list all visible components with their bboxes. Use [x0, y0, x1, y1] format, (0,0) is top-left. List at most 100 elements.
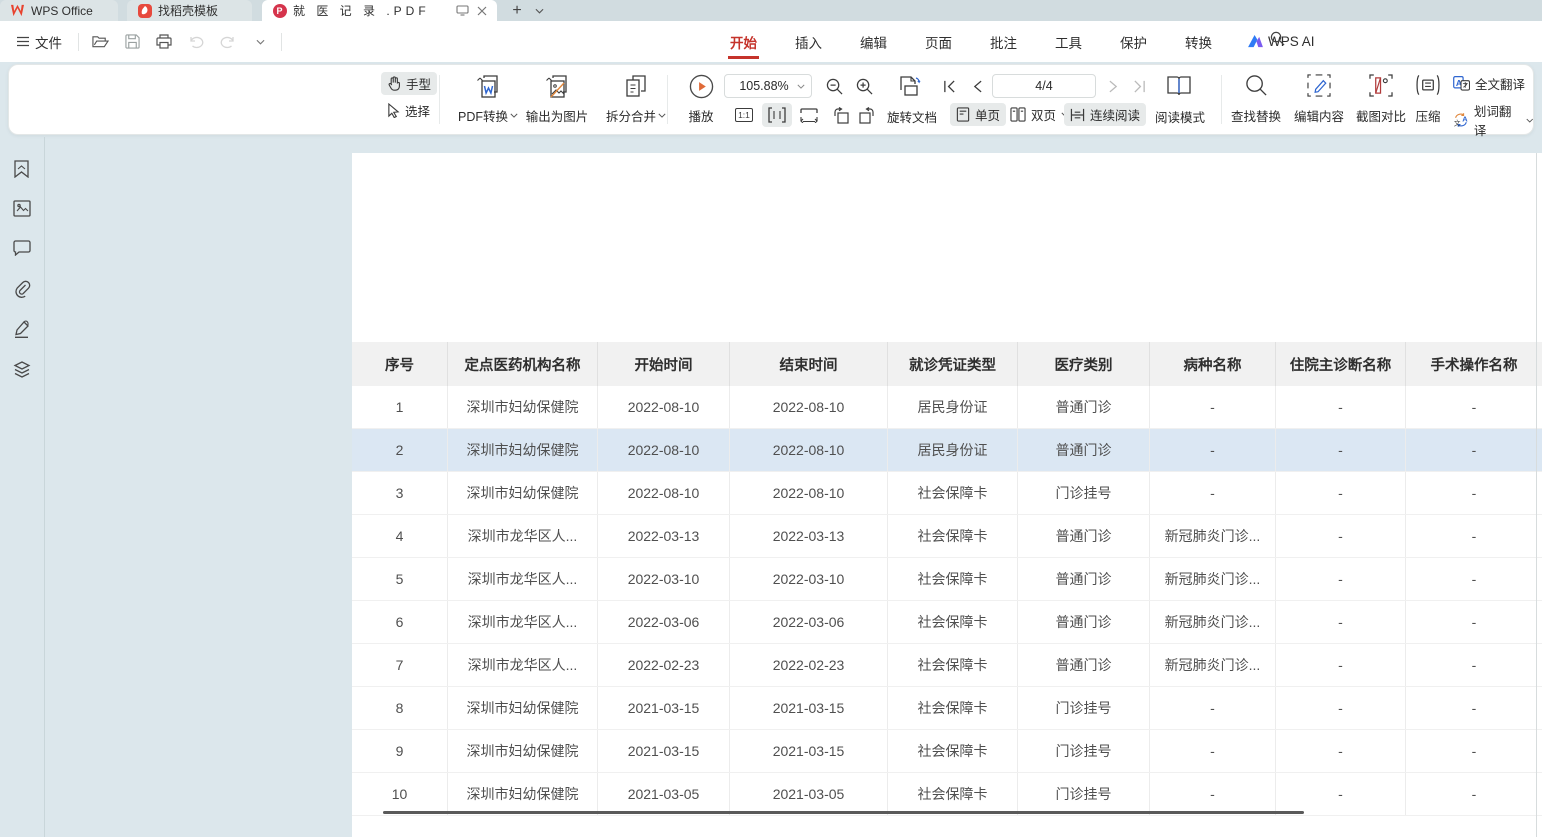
rotate-right-button[interactable]: [855, 104, 881, 126]
table-cell: -: [1276, 386, 1406, 428]
edit-content-button[interactable]: 编辑内容: [1288, 71, 1350, 129]
table-cell: 社会保障卡: [888, 472, 1018, 514]
table-cell: 7: [352, 644, 448, 686]
table-row[interactable]: 2深圳市妇幼保健院2022-08-102022-08-10居民身份证普通门诊--…: [352, 429, 1542, 472]
table-row[interactable]: 5深圳市龙华区人...2022-03-102022-03-10社会保障卡普通门诊…: [352, 558, 1542, 601]
compress-button[interactable]: 压缩: [1405, 71, 1451, 129]
tab-docer-templates[interactable]: 找稻壳模板: [127, 0, 252, 21]
zoom-level-combobox[interactable]: 105.88%: [724, 74, 812, 98]
fit-rotate-pages-button[interactable]: [893, 73, 925, 99]
one-to-one-label: 1:1: [735, 108, 753, 122]
zoom-in-button[interactable]: [851, 75, 877, 97]
column-header: 开始时间: [598, 342, 730, 386]
undo-icon[interactable]: [185, 30, 207, 54]
table-row[interactable]: 7深圳市龙华区人...2022-02-232022-02-23社会保障卡普通门诊…: [352, 644, 1542, 687]
play-icon: [689, 74, 714, 99]
screenshot-compare-button[interactable]: 截图对比: [1350, 71, 1412, 129]
thumbnail-panel-icon[interactable]: [13, 200, 32, 219]
fulltext-translate-button[interactable]: A 全文翻译: [1453, 74, 1533, 93]
read-mode-book-icon[interactable]: [1161, 72, 1197, 99]
first-page-button[interactable]: [938, 75, 960, 97]
table-row[interactable]: 3深圳市妇幼保健院2022-08-102022-08-10社会保障卡门诊挂号--…: [352, 472, 1542, 515]
table-row[interactable]: 9深圳市妇幼保健院2021-03-152021-03-15社会保障卡门诊挂号--…: [352, 730, 1542, 773]
find-replace-button[interactable]: 查找替换: [1225, 71, 1287, 129]
chevron-down-icon: [658, 113, 666, 118]
column-header: 手术操作名称: [1406, 342, 1542, 386]
table-cell: 10: [352, 773, 448, 815]
find-replace-label: 查找替换: [1231, 106, 1281, 125]
pdf-convert-icon: [476, 74, 500, 100]
rotate-left-button[interactable]: [827, 104, 853, 126]
fit-width-button[interactable]: [762, 103, 792, 127]
menu-search-icon[interactable]: [1270, 31, 1285, 46]
menu-tools[interactable]: 工具: [1053, 23, 1084, 61]
table-cell: 门诊挂号: [1018, 773, 1150, 815]
tab-list-chevron-icon[interactable]: [530, 0, 548, 21]
menu-convert[interactable]: 转换: [1183, 23, 1214, 61]
table-row[interactable]: 1深圳市妇幼保健院2022-08-102022-08-10居民身份证普通门诊--…: [352, 386, 1542, 429]
rotate-doc-label[interactable]: 旋转文档: [887, 107, 937, 126]
table-cell: 2022-02-23: [730, 644, 888, 686]
play-label: 播放: [688, 106, 713, 125]
single-page-label: 单页: [975, 105, 1000, 124]
tab-close-icon[interactable]: [477, 6, 487, 16]
hand-tool-button[interactable]: 手型: [381, 72, 437, 95]
table-cell: 深圳市龙华区人...: [448, 515, 598, 557]
attachment-panel-icon[interactable]: [13, 280, 32, 299]
column-header: 住院主诊断名称: [1276, 342, 1406, 386]
page-number-input[interactable]: 4/4: [992, 74, 1096, 98]
menu-insert[interactable]: 插入: [793, 23, 824, 61]
open-file-icon[interactable]: [89, 30, 111, 54]
table-row[interactable]: 10深圳市妇幼保健院2021-03-052021-03-05社会保障卡门诊挂号-…: [352, 773, 1542, 816]
table-row[interactable]: 4深圳市龙华区人...2022-03-132022-03-13社会保障卡普通门诊…: [352, 515, 1542, 558]
save-icon[interactable]: [121, 30, 143, 54]
table-cell: -: [1150, 472, 1276, 514]
menu-bar: 文件 开始 插入 编辑: [0, 21, 1542, 62]
table-row[interactable]: 8深圳市妇幼保健院2021-03-152021-03-15社会保障卡门诊挂号--…: [352, 687, 1542, 730]
word-translate-button[interactable]: A 文 划词翻译: [1453, 101, 1533, 139]
read-mode-label[interactable]: 阅读模式: [1155, 107, 1205, 126]
continuous-read-button[interactable]: 连续阅读: [1064, 103, 1146, 126]
select-tool-button[interactable]: 选择: [381, 99, 437, 122]
menu-comment[interactable]: 批注: [988, 23, 1019, 61]
print-icon[interactable]: [153, 30, 175, 54]
menu-home[interactable]: 开始: [728, 23, 759, 61]
screenshot-compare-label: 截图对比: [1356, 106, 1406, 125]
next-page-button[interactable]: [1102, 75, 1124, 97]
table-cell: 8: [352, 687, 448, 729]
table-cell: 2022-03-10: [598, 558, 730, 600]
select-tool-label: 选择: [405, 101, 430, 120]
menu-edit[interactable]: 编辑: [858, 23, 889, 61]
tab-wps-office[interactable]: WPS Office: [0, 0, 118, 21]
file-menu-button[interactable]: 文件: [10, 28, 68, 56]
menu-protect[interactable]: 保护: [1118, 23, 1149, 61]
pdf-file-icon: P: [272, 3, 287, 18]
bookmark-panel-icon[interactable]: [13, 160, 32, 179]
layers-panel-icon[interactable]: [13, 360, 32, 379]
comment-panel-icon[interactable]: [13, 240, 32, 259]
table-row[interactable]: 6深圳市龙华区人...2022-03-062022-03-06社会保障卡普通门诊…: [352, 601, 1542, 644]
table-horizontal-scrollbar[interactable]: [383, 811, 1304, 814]
table-cell: -: [1406, 472, 1542, 514]
last-page-button[interactable]: [1128, 75, 1150, 97]
table-cell: 2022-03-10: [730, 558, 888, 600]
actual-size-button[interactable]: 1:1: [731, 104, 757, 126]
table-cell: -: [1406, 558, 1542, 600]
play-button[interactable]: 播放: [671, 71, 731, 129]
column-header: 结束时间: [730, 342, 888, 386]
export-image-button[interactable]: 输出为图片: [517, 71, 597, 129]
tab-monitor-icon[interactable]: [456, 5, 469, 16]
tab-document-pdf[interactable]: P 就 医 记 录 .PDF: [262, 0, 497, 21]
undo-redo-chevron-icon[interactable]: [249, 30, 271, 54]
fit-page-button[interactable]: [796, 104, 822, 126]
zoom-out-button[interactable]: [821, 75, 847, 97]
signature-panel-icon[interactable]: [13, 320, 32, 339]
menu-page[interactable]: 页面: [923, 23, 954, 61]
single-page-button[interactable]: 单页: [950, 103, 1006, 126]
table-cell: -: [1276, 601, 1406, 643]
previous-page-button[interactable]: [966, 75, 988, 97]
table-cell: 深圳市龙华区人...: [448, 601, 598, 643]
table-cell: 5: [352, 558, 448, 600]
new-tab-button[interactable]: +: [506, 0, 528, 21]
redo-icon[interactable]: [217, 30, 239, 54]
